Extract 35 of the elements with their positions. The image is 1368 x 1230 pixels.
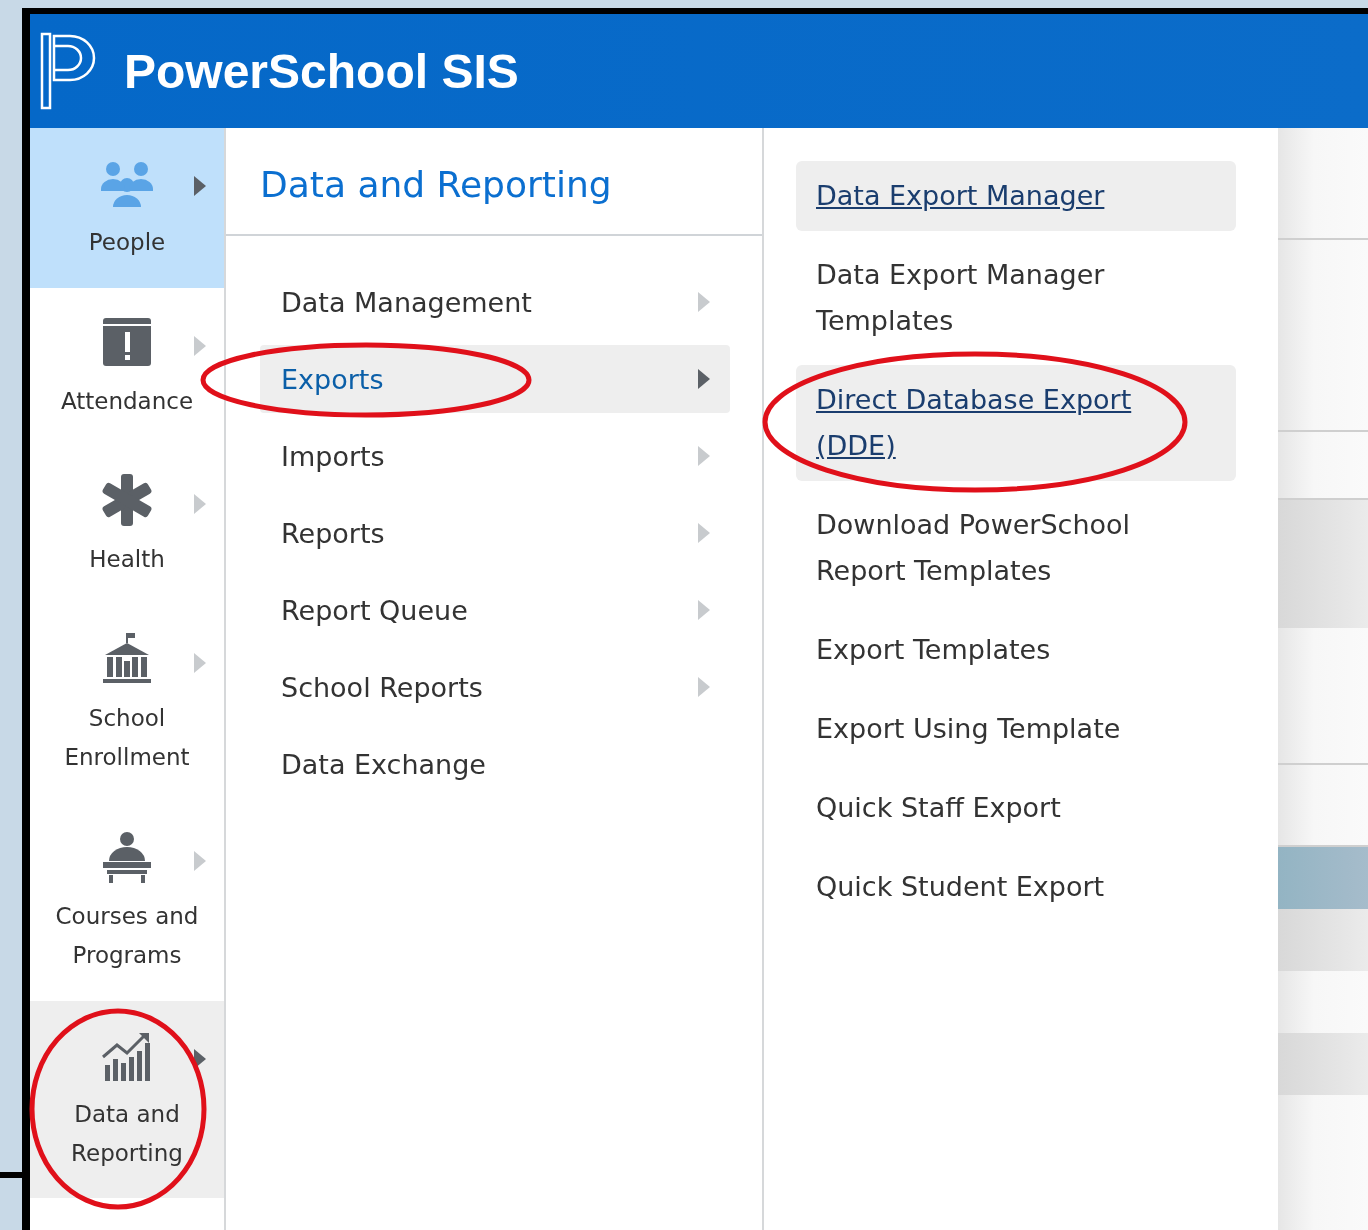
caret-icon — [194, 336, 206, 356]
caret-icon — [194, 176, 206, 196]
caret-icon — [194, 494, 206, 514]
sidebar-label: People — [88, 227, 166, 257]
sidebar-label: Courses and Programs — [54, 902, 200, 970]
sidebar-label: School Enrollment — [63, 704, 191, 772]
sidebar-item[interactable]: People — [30, 128, 224, 288]
sidebar-label: Attendance — [60, 386, 194, 416]
sidebar-item[interactable]: School Enrollment — [30, 605, 224, 803]
submenu-link[interactable]: Export Using Template — [796, 694, 1236, 764]
submenu-link[interactable]: Data Export Manager — [796, 161, 1236, 231]
menu-item[interactable]: Exports — [260, 345, 730, 413]
submenu-link[interactable]: Direct Database Export (DDE) — [796, 365, 1236, 481]
submenu-link[interactable]: Export Templates — [796, 615, 1236, 685]
submenu-link[interactable]: Data Export Manager Templates — [796, 240, 1236, 356]
caret-icon — [194, 851, 206, 871]
sidebar-item[interactable]: Data and Reporting — [30, 1001, 224, 1198]
submenu-link[interactable]: Quick Staff Export — [796, 773, 1236, 843]
menu-item[interactable]: Data Management — [260, 268, 730, 336]
sidebar-label: Health — [89, 545, 165, 574]
sidebar-label: Data and Reporting — [70, 1099, 184, 1168]
app-title: PowerSchool SIS — [124, 43, 519, 99]
menu-item[interactable]: Data Exchange — [260, 730, 730, 798]
menu-item[interactable]: Report Queue — [260, 576, 730, 644]
menu-item[interactable]: Imports — [260, 422, 730, 490]
sidebar-item[interactable]: Health — [30, 446, 224, 605]
caret-icon — [194, 653, 206, 673]
menu-title: Data and Reporting — [226, 128, 762, 236]
submenu-link[interactable]: Quick Student Export — [796, 852, 1236, 922]
submenu-link[interactable]: Download PowerSchool Report Templates — [796, 490, 1236, 606]
menu-item[interactable]: School Reports — [260, 653, 730, 721]
sidebar-item[interactable]: Courses and Programs — [30, 803, 224, 1001]
menu-item[interactable]: Reports — [260, 499, 730, 567]
sidebar-item[interactable]: Attendance — [30, 288, 224, 446]
medical-star-icon — [99, 472, 155, 528]
